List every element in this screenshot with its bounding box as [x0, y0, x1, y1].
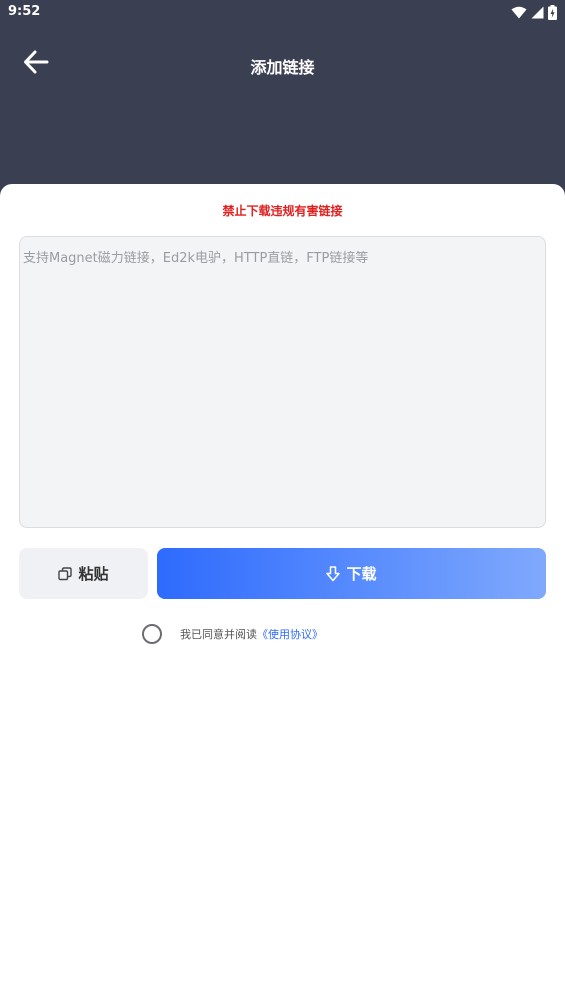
- agree-checkbox[interactable]: [142, 624, 162, 644]
- link-input[interactable]: [19, 236, 546, 528]
- header: 9:52 添加链接: [0, 0, 565, 200]
- battery-icon: [548, 4, 557, 20]
- copy-icon: [58, 566, 73, 580]
- warning-text: 禁止下载违规有害链接: [222, 204, 343, 218]
- status-bar: 9:52: [0, 0, 565, 24]
- download-arrow-icon: [326, 565, 341, 581]
- agreement-row: 我已同意并阅读 《使用协议》: [142, 624, 323, 644]
- paste-label: 粘贴: [78, 565, 109, 583]
- terms-link[interactable]: 《使用协议》: [257, 626, 323, 642]
- download-label: 下载: [346, 565, 377, 583]
- status-icons: [511, 3, 557, 21]
- content-sheet: 禁止下载违规有害链接 粘贴 下载 我已同意并阅读 《使用协议》: [0, 184, 565, 1004]
- download-button[interactable]: 下载: [157, 548, 546, 599]
- agree-text: 我已同意并阅读: [180, 628, 257, 641]
- page-title: 添加链接: [250, 58, 315, 77]
- wifi-icon: [511, 6, 527, 18]
- paste-button[interactable]: 粘贴: [19, 548, 148, 599]
- signal-icon: [531, 6, 544, 18]
- status-time: 9:52: [8, 4, 41, 19]
